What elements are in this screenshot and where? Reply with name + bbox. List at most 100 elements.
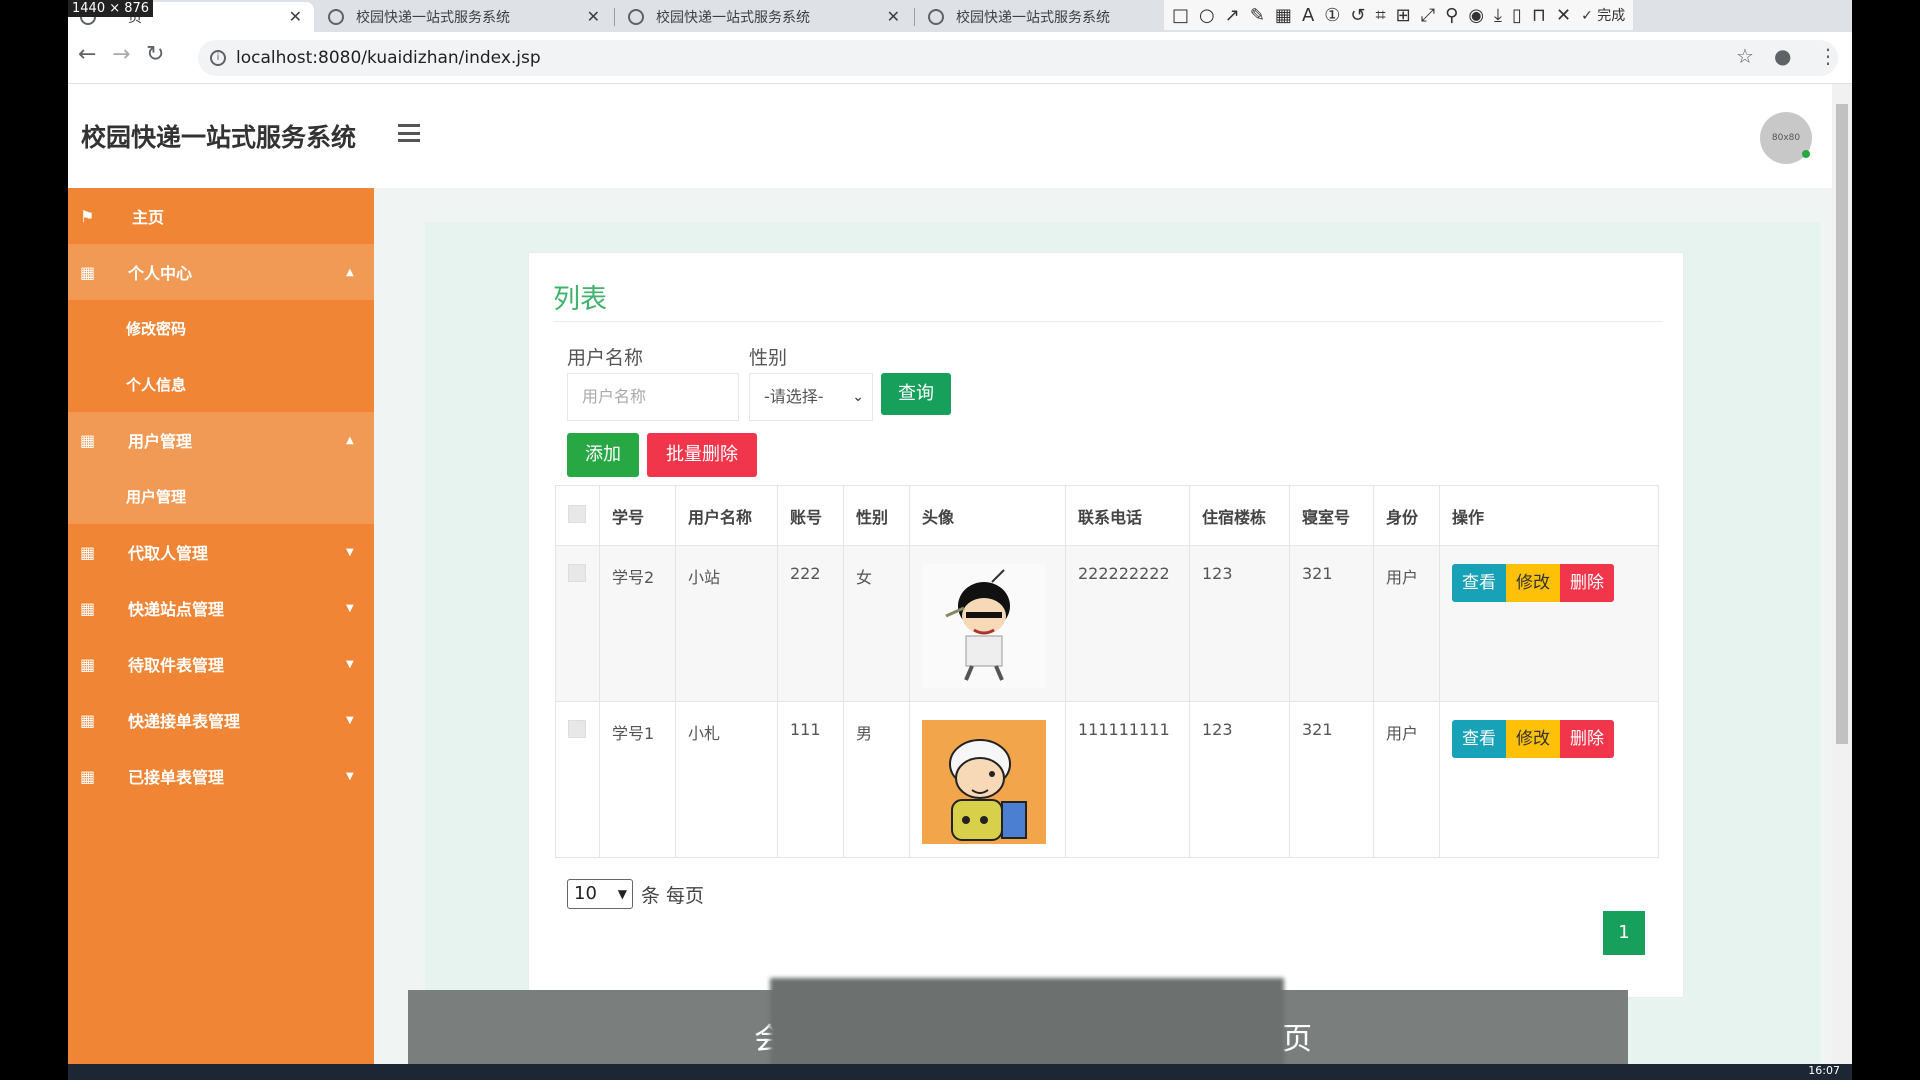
delete-button[interactable]: 删除 — [1560, 564, 1614, 602]
record-icon[interactable]: ◉ — [1468, 5, 1484, 26]
tab-bar: 页 ✕ 1440 × 876 校园快递一站式服务系统 ✕ 校园快递一站式服务系统… — [68, 0, 1852, 32]
user-table: 学号 用户名称 账号 性别 头像 联系电话 住宿楼栋 寝室号 身份 操作 学号2… — [555, 485, 1659, 858]
row-actions: 查看 修改 删除 — [1452, 720, 1658, 758]
view-button[interactable]: 查看 — [1452, 564, 1506, 602]
translate-icon[interactable]: ⊞ — [1396, 5, 1411, 26]
actions-cell: 查看 修改 删除 — [1439, 545, 1659, 702]
tab-3[interactable]: 校园快递一站式服务系统 ✕ — [616, 2, 912, 32]
sidebar-item-courier-management[interactable]: ▦ 代取人管理 ▼ — [68, 524, 374, 580]
edit-button[interactable]: 修改 — [1506, 720, 1560, 758]
sidebar-item-accepted-order-management[interactable]: ▦ 已接单表管理 ▼ — [68, 748, 374, 804]
profile-icon[interactable]: ● — [1774, 44, 1791, 68]
scroll-thumb[interactable] — [1836, 104, 1848, 744]
scrollbar[interactable] — [1832, 84, 1852, 1080]
sidebar-item-label: 修改密码 — [126, 319, 187, 338]
role-cell: 用户 — [1373, 701, 1440, 858]
pin-icon[interactable]: ⚲ — [1445, 5, 1458, 26]
view-button[interactable]: 查看 — [1452, 720, 1506, 758]
username-input[interactable]: 用户名称 — [567, 373, 739, 421]
phone-cell: 222222222 — [1065, 545, 1190, 702]
forward-icon[interactable]: → — [112, 42, 130, 67]
back-icon[interactable]: ← — [78, 42, 96, 67]
sidebar-item-label: 代取人管理 — [128, 544, 209, 563]
row-checkbox[interactable] — [568, 564, 586, 582]
page-size-select[interactable]: 10 ▼ — [567, 879, 633, 909]
column-header: 头像 — [909, 485, 1066, 546]
caret-down-icon: ▼ — [346, 714, 354, 726]
row-actions: 查看 修改 删除 — [1452, 564, 1658, 602]
avatar-text: 80x80 — [1771, 133, 1801, 143]
caret-down-icon: ▼ — [346, 546, 354, 558]
sidebar-item-pickup-management[interactable]: ▦ 待取件表管理 ▼ — [68, 636, 374, 692]
sidebar-item-label: 个人中心 — [128, 264, 193, 283]
sidebar-item-label: 已接单表管理 — [128, 768, 225, 787]
mosaic-tool-icon[interactable]: ▦ — [1275, 5, 1292, 26]
tab-4[interactable]: 校园快递一站式服务系统 — [916, 2, 1166, 32]
column-header: 学号 — [599, 485, 676, 546]
add-button[interactable]: 添加 — [567, 433, 639, 477]
select-all-checkbox[interactable] — [568, 504, 586, 523]
name-cell: 小札 — [675, 701, 778, 858]
close-icon[interactable]: ✕ — [289, 7, 302, 26]
text-tool-icon[interactable]: A — [1302, 5, 1314, 26]
sidebar-item-user-management[interactable]: ▦ 用户管理 ▲ — [68, 412, 374, 468]
globe-icon — [328, 9, 344, 25]
bookmark-icon[interactable]: ⊓ — [1532, 5, 1546, 26]
batch-delete-button[interactable]: 批量删除 — [647, 433, 757, 477]
pen-tool-icon[interactable]: ✎ — [1250, 5, 1265, 26]
row-select-cell — [555, 545, 600, 702]
download-icon[interactable]: ⤓ — [1494, 5, 1502, 26]
delete-button[interactable]: 删除 — [1560, 720, 1614, 758]
close-icon[interactable]: ✕ — [1556, 5, 1571, 26]
sidebar-item-personal-center[interactable]: ▦ 个人中心 ▲ — [68, 244, 374, 300]
chevron-down-icon: ▼ — [617, 887, 627, 901]
grid-icon: ▦ — [80, 262, 96, 282]
online-status-dot — [1802, 150, 1810, 158]
info-icon[interactable]: i — [210, 50, 226, 66]
sidebar-item-personal-info[interactable]: 个人信息 — [68, 356, 374, 412]
sidebar-item-user-management-sub[interactable]: 用户管理 — [68, 468, 374, 524]
undo-icon[interactable]: ↺ — [1350, 5, 1365, 26]
column-header: 寝室号 — [1289, 485, 1374, 546]
sidebar-item-change-password[interactable]: 修改密码 — [68, 300, 374, 356]
expand-icon[interactable]: ⤢ — [1421, 5, 1435, 26]
done-label: 完成 — [1597, 8, 1626, 24]
close-icon[interactable]: ✕ — [587, 7, 600, 26]
grid-icon: ▦ — [80, 710, 96, 730]
account-cell: 222 — [777, 545, 844, 702]
avatar[interactable]: 80x80 — [1760, 112, 1812, 164]
name-cell: 小站 — [675, 545, 778, 702]
actions-cell: 查看 修改 删除 — [1439, 701, 1659, 858]
app-header: 校园快递一站式服务系统 80x80 — [68, 84, 1832, 188]
gender-cell: 女 — [843, 545, 910, 702]
username-label: 用户名称 — [567, 347, 644, 369]
gender-select[interactable]: -请选择- ⌄ — [749, 373, 873, 421]
sidebar-item-station-management[interactable]: ▦ 快递站点管理 ▼ — [68, 580, 374, 636]
row-checkbox[interactable] — [568, 720, 586, 738]
url-field[interactable]: i localhost:8080/kuaidizhan/index.jsp — [198, 40, 1838, 76]
sidebar-item-label: 主页 — [132, 208, 165, 227]
number-tool-icon[interactable]: ① — [1324, 5, 1340, 26]
reload-icon[interactable]: ↻ — [146, 42, 164, 67]
crop-icon[interactable]: ⌗ — [1376, 5, 1386, 26]
close-icon[interactable]: ✕ — [887, 7, 900, 26]
tab-2[interactable]: 校园快递一站式服务系统 ✕ — [316, 2, 612, 32]
hamburger-icon[interactable] — [398, 124, 420, 142]
menu-icon[interactable]: ⋮ — [1818, 44, 1838, 68]
rect-tool-icon[interactable]: □ — [1172, 5, 1189, 26]
query-button[interactable]: 查询 — [881, 373, 951, 415]
page-size-value: 10 — [574, 883, 597, 904]
phone-cell: 111111111 — [1065, 701, 1190, 858]
edit-button[interactable]: 修改 — [1506, 564, 1560, 602]
sidebar-item-home[interactable]: ⚑ 主页 — [68, 188, 374, 244]
pagination-page[interactable]: 1 — [1603, 911, 1645, 955]
circle-tool-icon[interactable]: ○ — [1199, 5, 1215, 26]
sidebar-item-order-management[interactable]: ▦ 快递接单表管理 ▼ — [68, 692, 374, 748]
app-title: 校园快递一站式服务系统 — [81, 123, 357, 152]
building-cell: 123 — [1189, 701, 1290, 858]
arrow-tool-icon[interactable]: ↗ — [1225, 5, 1240, 26]
done-button[interactable]: ✓ 完成 — [1581, 5, 1625, 25]
save-icon[interactable]: ▯ — [1512, 5, 1522, 26]
divider — [553, 321, 1663, 322]
star-icon[interactable]: ☆ — [1736, 44, 1754, 68]
